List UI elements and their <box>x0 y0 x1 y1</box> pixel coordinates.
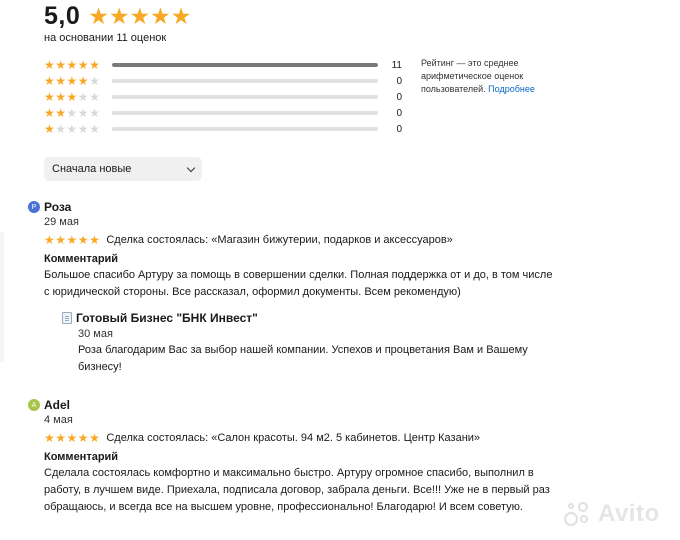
rating-summary: 5,0 ★★★★★ <box>44 2 191 31</box>
seller-reply: Готовый Бизнес "БНК Инвест" 30 мая Роза … <box>62 311 562 376</box>
sort-dropdown[interactable]: Сначала новые <box>44 157 202 181</box>
review-stars: ★★★★★ <box>44 233 101 247</box>
watermark-text: Avito <box>598 500 660 527</box>
breakdown-bar <box>112 127 378 131</box>
chevron-down-icon <box>186 163 196 172</box>
breakdown-row-4[interactable]: ★★★★★ 0 <box>44 73 404 89</box>
star-icon: ★ <box>170 3 192 29</box>
breakdown-row-1[interactable]: ★★★★★ 0 <box>44 121 404 137</box>
star-icon: ★ <box>129 3 151 29</box>
comment-title: Комментарий <box>44 253 119 265</box>
comment-title: Комментарий <box>44 451 119 463</box>
avito-logo-icon <box>562 500 594 528</box>
review-item: Р Роза 29 мая ★★★★★ Сделка состоялась: «… <box>28 200 568 301</box>
breakdown-count: 0 <box>396 107 402 119</box>
breakdown-row-2[interactable]: ★★★★★ 0 <box>44 105 404 121</box>
deal-row: ★★★★★ Сделка состоялась: «Салон красоты.… <box>44 431 568 445</box>
average-stars: ★★★★★ <box>88 3 191 30</box>
deal-row: ★★★★★ Сделка состоялась: «Магазин бижуте… <box>44 233 568 247</box>
rating-explanation: Рейтинг — это среднее арифметическое оце… <box>421 57 561 96</box>
author-name[interactable]: Роза <box>44 200 71 214</box>
star-icon: ★ <box>108 3 130 29</box>
average-score: 5,0 <box>44 2 81 30</box>
review-date: 4 мая <box>44 414 73 426</box>
deal-text: Сделка состоялась: «Магазин бижутерии, п… <box>106 234 453 246</box>
row-stars: ★★★★★ <box>44 74 101 88</box>
row-stars: ★★★★★ <box>44 58 101 72</box>
row-stars: ★★★★★ <box>44 122 101 136</box>
breakdown-count: 0 <box>396 91 402 103</box>
ratings-count-text: на основании 11 оценок <box>44 32 167 44</box>
rating-breakdown: ★★★★★ 11 ★★★★★ 0 ★★★★★ 0 ★★★★★ 0 ★★★★★ 0 <box>44 57 404 137</box>
review-stars: ★★★★★ <box>44 431 101 445</box>
breakdown-bar <box>112 79 378 83</box>
breakdown-bar <box>112 111 378 115</box>
breakdown-row-3[interactable]: ★★★★★ 0 <box>44 89 404 105</box>
sort-selected-value: Сначала новые <box>52 163 132 175</box>
avito-watermark: Avito <box>562 500 660 528</box>
star-icon: ★ <box>150 3 171 29</box>
row-stars: ★★★★★ <box>44 106 101 120</box>
left-edge-strip <box>0 232 4 362</box>
more-info-link[interactable]: Подробнее <box>488 84 535 94</box>
review-author[interactable]: A Adel <box>28 398 568 412</box>
reply-text: Роза благодарим Вас за выбор нашей компа… <box>78 344 528 373</box>
review-date: 29 мая <box>44 216 79 228</box>
breakdown-bar <box>112 63 378 67</box>
breakdown-count: 0 <box>396 123 402 135</box>
reply-author[interactable]: Готовый Бизнес "БНК Инвест" <box>76 311 258 325</box>
review-author[interactable]: Р Роза <box>28 200 568 214</box>
review-item: A Adel 4 мая ★★★★★ Сделка состоялась: «С… <box>28 398 568 516</box>
deal-text: Сделка состоялась: «Салон красоты. 94 м2… <box>106 432 481 444</box>
breakdown-count: 0 <box>396 75 402 87</box>
comment-text: Сделала состоялась комфортно и максималь… <box>44 467 550 513</box>
avatar: A <box>28 399 40 411</box>
breakdown-count: 11 <box>391 59 402 71</box>
reply-date: 30 мая <box>78 328 113 340</box>
breakdown-row-5[interactable]: ★★★★★ 11 <box>44 57 404 73</box>
breakdown-bar <box>112 95 378 99</box>
comment-text: Большое спасибо Артуру за помощь в совер… <box>44 269 553 298</box>
row-stars: ★★★★★ <box>44 90 101 104</box>
author-name[interactable]: Adel <box>44 398 70 412</box>
reply-header: Готовый Бизнес "БНК Инвест" <box>62 311 562 325</box>
star-icon: ★ <box>88 3 109 29</box>
document-icon <box>62 312 72 324</box>
avatar: Р <box>28 201 40 213</box>
